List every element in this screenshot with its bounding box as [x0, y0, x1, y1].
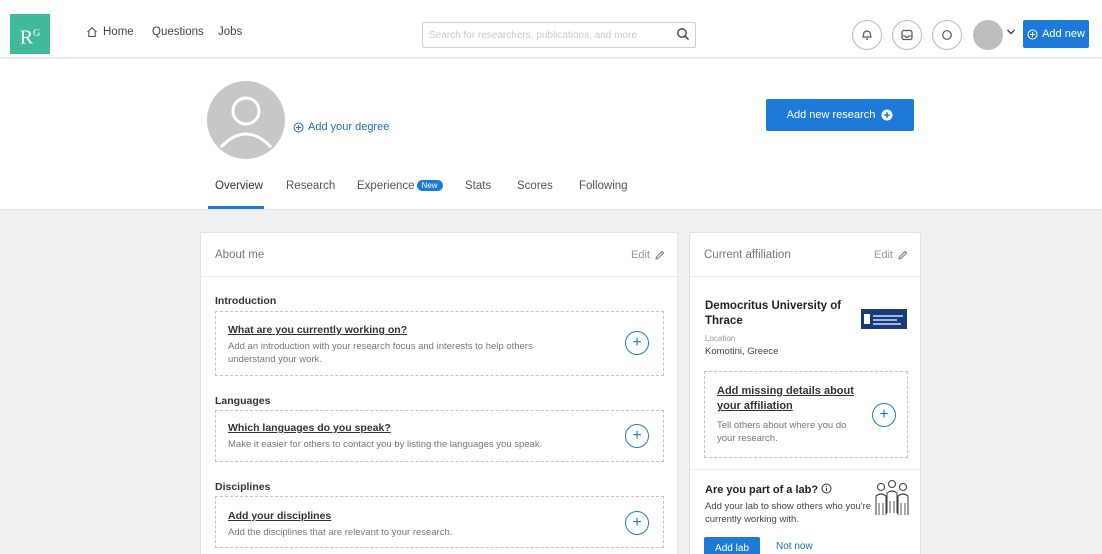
top-navbar: RG Home Questions Jobs Add new: [0, 0, 1102, 58]
add-disciplines-button[interactable]: +: [625, 511, 649, 535]
disciplines-prompt-title[interactable]: Add your disciplines: [228, 510, 331, 522]
lab-prompt-title: Are you part of a lab?: [705, 483, 832, 496]
bell-icon: [862, 30, 872, 40]
search-bar: [422, 22, 696, 48]
home-icon: [87, 27, 97, 38]
add-new-label: Add new: [1042, 28, 1085, 40]
affiliation-edit-button[interactable]: Edit: [874, 249, 908, 261]
notifications-button[interactable]: [852, 20, 882, 50]
active-tab-indicator: [208, 206, 264, 209]
about-me-card: About me Edit Introduction What are you …: [200, 232, 678, 554]
add-degree-label: Add your degree: [308, 121, 390, 133]
chevron-down-icon[interactable]: [1006, 28, 1016, 36]
languages-prompt-desc: Make it easier for others to contact you…: [228, 439, 543, 450]
location-label: Location: [705, 334, 736, 343]
missing-details-desc: Tell others about where you do your rese…: [717, 420, 847, 444]
messages-button[interactable]: [892, 20, 922, 50]
tab-research[interactable]: Research: [286, 180, 335, 192]
add-lab-button[interactable]: Add lab: [704, 537, 760, 554]
current-affiliation-card: Current affiliation Edit Democritus Univ…: [689, 232, 921, 554]
add-affiliation-details-button[interactable]: +: [872, 403, 896, 427]
lab-prompt-desc: Add your lab to show others who you're c…: [705, 501, 872, 525]
introduction-label: Introduction: [215, 295, 277, 307]
introduction-prompt-desc: Add an introduction with your research f…: [228, 341, 533, 365]
affiliation-header: Current affiliation Edit: [690, 233, 920, 277]
institution-name[interactable]: Democritus University of Thrace: [705, 299, 855, 329]
person-silhouette-icon: [219, 96, 273, 149]
nav-home-link[interactable]: Home: [86, 26, 134, 38]
tab-following[interactable]: Following: [579, 180, 628, 192]
researchgate-logo[interactable]: RG: [10, 14, 50, 54]
about-me-title: About me: [215, 249, 265, 261]
edit-label: Edit: [874, 249, 893, 261]
user-avatar[interactable]: [973, 20, 1003, 50]
speech-bubble-icon: [942, 30, 952, 40]
missing-details-title[interactable]: Add missing details about your affiliati…: [717, 384, 867, 414]
languages-label: Languages: [215, 395, 271, 407]
tab-experience-label: Experience: [357, 180, 415, 192]
new-badge: New: [416, 180, 443, 191]
institution-logo: [861, 309, 907, 329]
about-edit-button[interactable]: Edit: [631, 249, 665, 261]
search-input[interactable]: [429, 27, 669, 44]
info-icon[interactable]: [821, 483, 832, 494]
divider: [690, 469, 920, 470]
tab-overview[interactable]: Overview: [215, 180, 263, 192]
nav-home-label: Home: [103, 26, 134, 38]
not-now-link[interactable]: Not now: [776, 541, 813, 552]
profile-avatar[interactable]: [207, 81, 285, 159]
disciplines-label: Disciplines: [215, 481, 271, 493]
pencil-icon: [655, 250, 665, 260]
location-value: Komotini, Greece: [705, 346, 779, 357]
about-me-header: About me Edit: [201, 233, 677, 277]
disciplines-prompt-desc: Add the disciplines that are relevant to…: [228, 527, 453, 538]
profile-header: Add your degree Add new research Overvie…: [0, 59, 1102, 210]
affiliation-title: Current affiliation: [704, 249, 791, 261]
disciplines-prompt[interactable]: Add your disciplines Add the disciplines…: [215, 496, 664, 548]
introduction-prompt[interactable]: What are you currently working on? Add a…: [215, 311, 664, 376]
edit-label: Edit: [631, 249, 650, 261]
search-icon[interactable]: [676, 27, 690, 41]
nav-jobs-link[interactable]: Jobs: [218, 26, 242, 38]
languages-prompt-title[interactable]: Which languages do you speak?: [228, 422, 391, 434]
languages-prompt[interactable]: Which languages do you speak? Make it ea…: [215, 410, 664, 462]
inbox-icon: [901, 29, 913, 41]
add-new-research-button[interactable]: Add new research: [766, 99, 914, 131]
add-new-button[interactable]: Add new: [1023, 20, 1089, 48]
nav-questions-link[interactable]: Questions: [152, 26, 204, 38]
add-research-label: Add new research: [786, 109, 876, 121]
lab-prompt-title-text: Are you part of a lab?: [705, 484, 819, 496]
introduction-prompt-title[interactable]: What are you currently working on?: [228, 324, 407, 336]
add-languages-button[interactable]: +: [625, 424, 649, 448]
plus-circle-icon: [1027, 29, 1038, 39]
add-degree-link[interactable]: Add your degree: [293, 121, 389, 133]
tab-scores[interactable]: Scores: [517, 180, 553, 192]
plus-circle-icon: [293, 122, 304, 132]
questions-button[interactable]: [932, 20, 962, 50]
missing-details-prompt[interactable]: Add missing details about your affiliati…: [704, 371, 908, 458]
tab-stats[interactable]: Stats: [465, 180, 491, 192]
pencil-icon: [898, 250, 908, 260]
plus-circle-icon: [881, 109, 893, 121]
tab-experience[interactable]: Experience New: [357, 180, 443, 192]
add-introduction-button[interactable]: +: [625, 331, 649, 355]
lab-people-icon: [875, 479, 909, 515]
